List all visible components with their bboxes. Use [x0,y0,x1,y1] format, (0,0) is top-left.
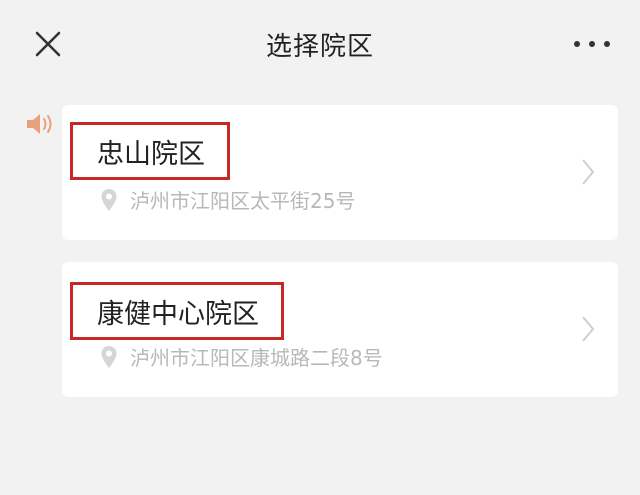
campus-address-text: 泸州市江阳区太平街25号 [130,189,356,213]
more-icon-dot [604,41,610,47]
page-title: 选择院区 [265,31,374,62]
location-pin-icon [101,188,117,211]
campus-name: 忠山院区 [70,122,230,180]
speaker-icon[interactable] [24,110,56,138]
campus-name: 康健中心院区 [70,282,284,340]
more-icon [574,41,580,47]
close-icon [35,31,61,57]
more-icon-dot [589,41,595,47]
campus-card-kangjian[interactable]: 康健中心院区 泸州市江阳区康城路二段8号 [62,262,618,397]
campus-address: 泸州市江阳区太平街25号 [100,185,355,214]
chevron-right-icon [582,159,595,185]
campus-address-text: 泸州市江阳区康城路二段8号 [130,346,383,370]
more-button[interactable] [574,30,610,58]
chevron-right-icon [582,316,595,342]
top-bar: 选择院区 [0,0,640,88]
campus-address: 泸州市江阳区康城路二段8号 [100,342,383,371]
close-button[interactable] [30,26,66,62]
campus-card-zhongshan[interactable]: 忠山院区 泸州市江阳区太平街25号 [62,105,618,240]
location-pin-icon [101,345,117,368]
